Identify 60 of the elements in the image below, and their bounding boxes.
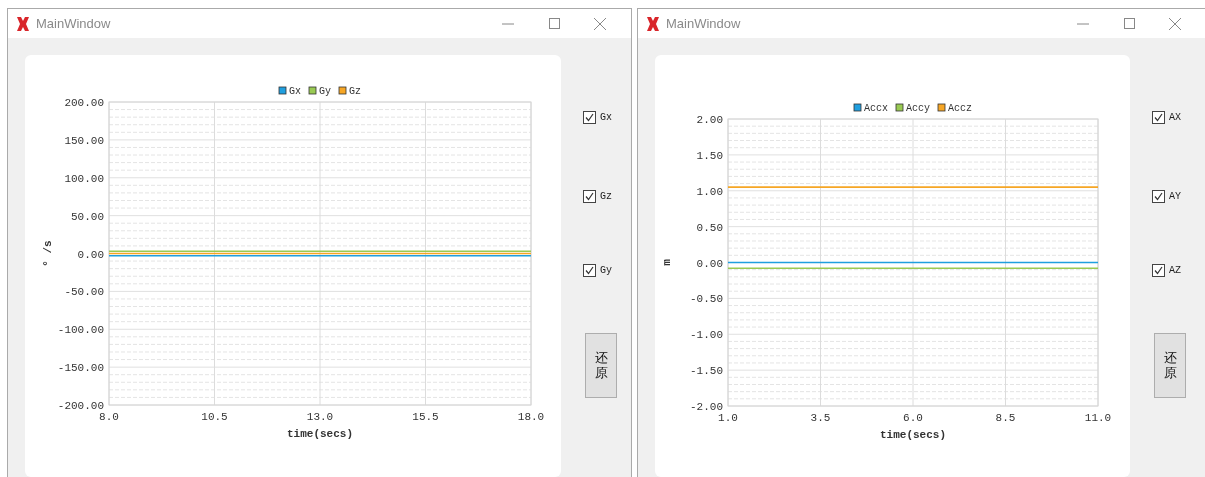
y-tick-label: 200.00 bbox=[64, 97, 104, 109]
y-tick-label: 150.00 bbox=[64, 134, 104, 147]
y-tick-label: 2.00 bbox=[696, 114, 723, 126]
x-tick-label: 6.0 bbox=[903, 412, 923, 424]
legend-label: Accz bbox=[948, 103, 972, 114]
y-tick-label: -2.00 bbox=[690, 401, 723, 413]
x-tick-label: 3.5 bbox=[810, 412, 831, 424]
x-axis-title: time(secs) bbox=[880, 429, 946, 441]
legend-label: Gx bbox=[289, 86, 301, 97]
x-tick-label: 13.0 bbox=[306, 411, 334, 423]
y-tick-label: 1.00 bbox=[696, 185, 723, 198]
checkbox-label: Gz bbox=[600, 190, 612, 202]
close-icon[interactable] bbox=[594, 17, 606, 30]
checkbox[interactable] bbox=[583, 263, 596, 277]
legend-label: Gy bbox=[319, 86, 331, 97]
x-tick-label: 8.0 bbox=[99, 411, 119, 423]
y-tick-label: -100.00 bbox=[57, 324, 104, 337]
y-tick-label: 0.50 bbox=[696, 221, 723, 234]
x-tick-label: 8.5 bbox=[995, 412, 1016, 424]
y-tick-label: 100.00 bbox=[64, 172, 104, 185]
legend-label: Accx bbox=[864, 103, 888, 114]
y-tick-label: -150.00 bbox=[57, 362, 104, 375]
y-tick-label: -1.00 bbox=[690, 329, 723, 342]
app-logo-icon bbox=[16, 16, 30, 31]
app-logo-icon bbox=[646, 16, 660, 31]
maximize-icon[interactable] bbox=[548, 18, 560, 29]
y-tick-label: -50.00 bbox=[64, 286, 104, 299]
checkbox[interactable] bbox=[1152, 189, 1165, 203]
legend-label: Gz bbox=[349, 86, 361, 97]
restore-button[interactable]: 还原 bbox=[585, 333, 617, 398]
y-axis-title: m bbox=[661, 259, 673, 266]
checkbox[interactable] bbox=[1152, 263, 1165, 277]
checkbox-label: AY bbox=[1169, 190, 1181, 202]
restore-button[interactable]: 还原 bbox=[1154, 333, 1186, 398]
y-axis-title: ° /s bbox=[42, 240, 54, 267]
x-tick-label: 1.0 bbox=[718, 412, 738, 424]
checkbox[interactable] bbox=[1152, 110, 1165, 124]
checkbox-label: AX bbox=[1169, 111, 1181, 123]
x-axis-title: time(secs) bbox=[287, 428, 353, 440]
close-icon[interactable] bbox=[1169, 17, 1181, 30]
checkbox[interactable] bbox=[583, 110, 596, 124]
x-tick-label: 15.5 bbox=[412, 411, 439, 423]
x-tick-label: 11.0 bbox=[1084, 412, 1112, 424]
checkbox[interactable] bbox=[583, 189, 596, 203]
maximize-icon[interactable] bbox=[1123, 18, 1135, 29]
checkbox-label: AZ bbox=[1169, 264, 1181, 276]
window-title: MainWindow bbox=[666, 16, 742, 31]
y-tick-label: 50.00 bbox=[71, 210, 104, 223]
window-title: MainWindow bbox=[36, 16, 112, 31]
y-tick-label: -0.50 bbox=[690, 293, 723, 306]
x-tick-label: 10.5 bbox=[201, 411, 228, 423]
y-tick-label: -200.00 bbox=[57, 400, 104, 412]
y-tick-label: 0.00 bbox=[77, 248, 104, 261]
y-tick-label: -1.50 bbox=[690, 365, 723, 378]
checkbox-label: Gy bbox=[600, 264, 612, 276]
y-tick-label: 1.50 bbox=[696, 149, 723, 162]
legend-label: Accy bbox=[906, 103, 930, 114]
y-tick-label: 0.00 bbox=[696, 257, 723, 270]
checkbox-label: Gx bbox=[600, 111, 612, 123]
x-tick-label: 18.0 bbox=[517, 411, 545, 423]
